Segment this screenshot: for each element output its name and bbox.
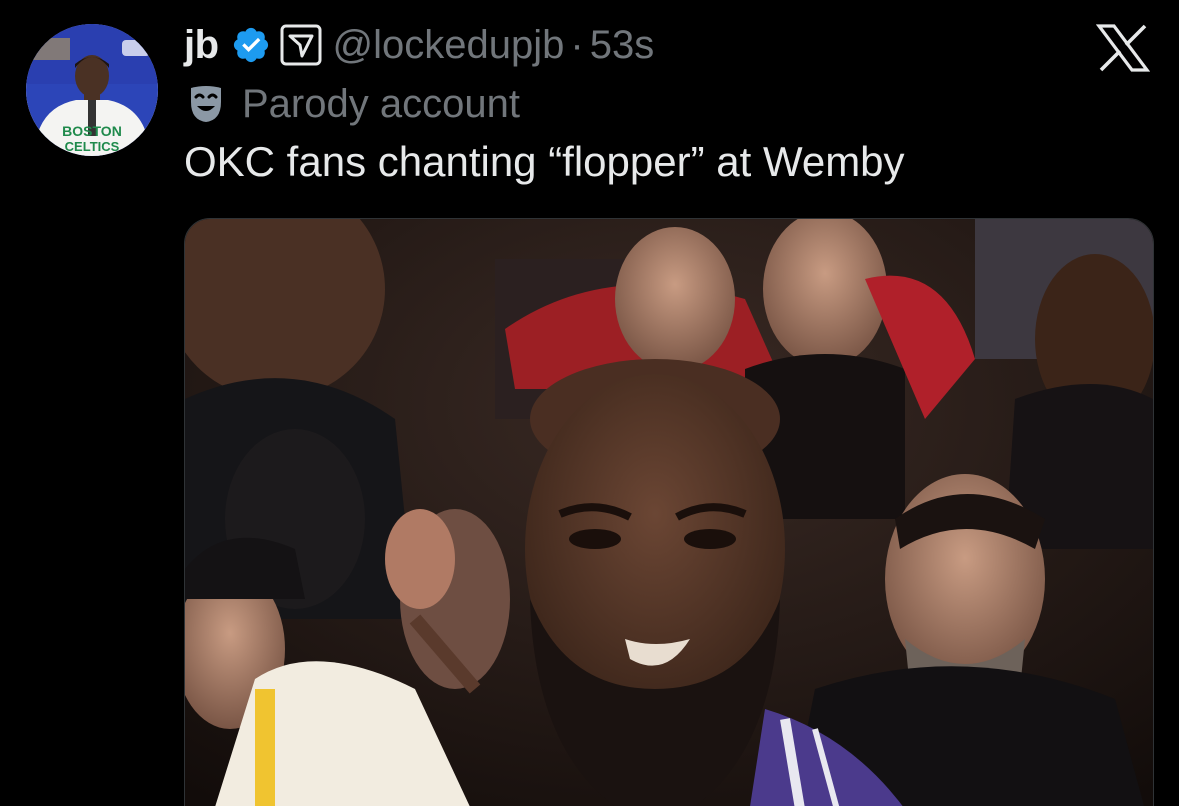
tweet-text: OKC fans chanting “flopper” at Wemby	[184, 138, 905, 185]
video-frame	[185, 219, 1153, 806]
theater-mask-icon	[188, 84, 224, 124]
tweet-card: BOSTON CELTICS jb @lockedupjb · 53s Paro…	[0, 0, 1179, 806]
tweet-header: jb @lockedupjb · 53s	[184, 20, 654, 70]
x-logo-icon[interactable]	[1095, 24, 1151, 72]
avatar-image: BOSTON CELTICS	[26, 24, 158, 156]
avatar[interactable]: BOSTON CELTICS	[26, 24, 158, 156]
author-handle[interactable]: @lockedupjb	[333, 23, 565, 68]
affiliate-badge-icon[interactable]	[279, 23, 323, 67]
display-name[interactable]: jb	[184, 23, 219, 68]
tweet-media-video[interactable]	[184, 218, 1154, 806]
timestamp[interactable]: 53s	[590, 23, 655, 68]
verified-badge-icon[interactable]	[231, 25, 271, 65]
parody-label-row: Parody account	[188, 80, 520, 128]
avatar-shirt-text: BOSTON	[62, 123, 122, 139]
parody-account-label: Parody account	[242, 81, 520, 126]
separator-dot: ·	[570, 22, 584, 67]
avatar-shirt-text-2: CELTICS	[65, 139, 120, 154]
